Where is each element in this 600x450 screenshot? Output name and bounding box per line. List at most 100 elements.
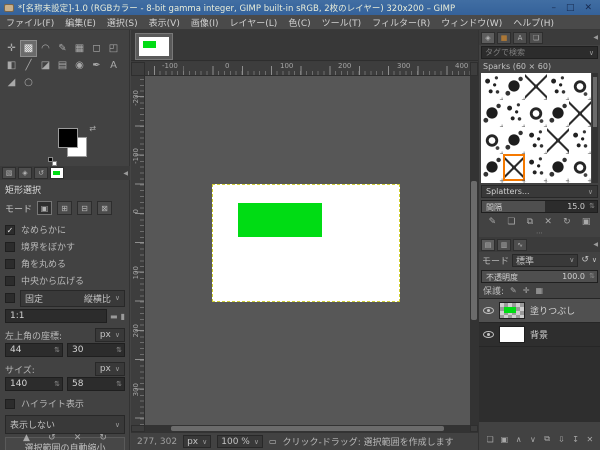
lock-position-icon[interactable]: ✛ bbox=[523, 286, 530, 295]
zoom-tool-icon[interactable]: ○ bbox=[20, 74, 37, 91]
antialias-row[interactable]: なめらかに bbox=[3, 221, 127, 238]
zoom-combo[interactable]: 100 % ∨ bbox=[217, 435, 263, 448]
duplicate-brush-icon[interactable]: ⧉ bbox=[527, 217, 533, 227]
brush-thumbnail[interactable] bbox=[503, 100, 527, 131]
fixed-checkbox[interactable] bbox=[5, 293, 15, 303]
clone-tool-icon[interactable]: ▤ bbox=[54, 57, 71, 74]
lock-pixels-icon[interactable]: ✎ bbox=[510, 286, 517, 295]
spinner-arrows-icon[interactable]: ⇅ bbox=[589, 272, 595, 280]
menu-tools[interactable]: ツール(T) bbox=[322, 16, 362, 29]
brush-thumbnail[interactable] bbox=[569, 154, 591, 183]
vertical-ruler[interactable]: -200 -100 0 100 200 300 bbox=[131, 76, 145, 425]
mode-intersect-button[interactable]: ⊠ bbox=[97, 201, 113, 215]
brush-thumbnail[interactable] bbox=[503, 73, 527, 104]
rounded-row[interactable]: 角を丸める bbox=[3, 255, 127, 272]
expand-center-checkbox[interactable] bbox=[5, 275, 15, 286]
spinner-arrows-icon[interactable]: ⇅ bbox=[54, 346, 60, 354]
navigation-button[interactable] bbox=[470, 425, 478, 432]
image-tab[interactable] bbox=[135, 33, 173, 60]
menu-image[interactable]: 画像(I) bbox=[191, 16, 219, 29]
feather-row[interactable]: 境界をぼかす bbox=[3, 238, 127, 255]
brush-thumbnail[interactable] bbox=[525, 100, 549, 131]
bucket-fill-tool-icon[interactable]: ◧ bbox=[3, 57, 20, 74]
landscape-icon[interactable]: ▬ bbox=[110, 312, 118, 321]
unified-transform-tool-icon[interactable]: ◻ bbox=[88, 40, 105, 57]
expand-center-row[interactable]: 中央から広げる bbox=[3, 272, 127, 289]
brush-thumbnail[interactable] bbox=[547, 73, 571, 104]
brush-thumbnail[interactable] bbox=[481, 154, 505, 183]
dock-menu-icon[interactable]: ◀ bbox=[123, 170, 128, 177]
tab-tool-options[interactable]: ▧ bbox=[2, 167, 16, 179]
maximize-button[interactable]: □ bbox=[566, 3, 575, 13]
tab-undo-history[interactable]: ↺ bbox=[34, 167, 48, 179]
brush-thumbnail[interactable] bbox=[547, 100, 571, 131]
brush-thumbnail[interactable] bbox=[525, 127, 549, 158]
horizontal-ruler[interactable]: -100 0 100 200 300 400 bbox=[145, 62, 470, 76]
lock-alpha-icon[interactable]: ▦ bbox=[535, 286, 543, 295]
brush-thumbnail[interactable] bbox=[503, 127, 527, 158]
visibility-eye-icon[interactable] bbox=[483, 307, 494, 314]
size-width-spinner[interactable]: 140 ⇅ bbox=[5, 377, 63, 391]
tab-patterns[interactable]: ▦ bbox=[497, 31, 511, 44]
menu-edit[interactable]: 編集(E) bbox=[65, 16, 96, 29]
brush-thumbnail-selected[interactable] bbox=[503, 154, 527, 183]
brush-thumbnail[interactable] bbox=[525, 73, 549, 104]
minimize-button[interactable]: – bbox=[551, 3, 556, 13]
menu-help[interactable]: ヘルプ(H) bbox=[513, 16, 554, 29]
fg-bg-color-widget[interactable]: ⇄ bbox=[48, 124, 96, 166]
refresh-brushes-icon[interactable]: ↻ bbox=[563, 217, 571, 227]
smudge-tool-icon[interactable]: ◉ bbox=[71, 57, 88, 74]
search-input[interactable] bbox=[482, 48, 589, 57]
position-y-spinner[interactable]: 30 ⇅ bbox=[67, 343, 125, 357]
zoom-fit-toggle[interactable] bbox=[470, 62, 478, 76]
new-brush-icon[interactable]: ❏ bbox=[507, 217, 515, 227]
layer-name[interactable]: 背景 bbox=[530, 328, 548, 341]
size-height-spinner[interactable]: 58 ⇅ bbox=[67, 377, 125, 391]
brush-thumbnail[interactable] bbox=[547, 127, 571, 158]
restore-preset-icon[interactable]: ↺ bbox=[48, 433, 56, 443]
raise-layer-icon[interactable]: ∧ bbox=[513, 435, 525, 444]
dock-menu-icon[interactable]: ◀ bbox=[593, 241, 598, 248]
feather-checkbox[interactable] bbox=[5, 241, 15, 252]
brush-thumbnail[interactable] bbox=[547, 154, 571, 183]
highlight-row[interactable]: ハイライト表示 bbox=[3, 395, 127, 412]
new-layer-icon[interactable]: ❏ bbox=[484, 435, 496, 444]
paintbrush-tool-icon[interactable]: ╱ bbox=[20, 57, 37, 74]
ruler-corner[interactable] bbox=[131, 62, 145, 76]
foreground-color-swatch[interactable] bbox=[58, 128, 78, 148]
color-picker-tool-icon[interactable]: ◢ bbox=[3, 74, 20, 91]
unit-combo[interactable]: px ∨ bbox=[183, 435, 212, 448]
close-button[interactable]: ✕ bbox=[584, 3, 592, 13]
vertical-scrollbar[interactable] bbox=[470, 76, 478, 425]
tab-brushes[interactable]: ◈ bbox=[481, 31, 495, 44]
layer-row-background[interactable]: 背景 bbox=[479, 323, 600, 347]
tab-layers[interactable]: ▤ bbox=[481, 238, 495, 251]
dock-menu-icon[interactable]: ◀ bbox=[593, 34, 598, 41]
chevron-down-icon[interactable]: ∨ bbox=[592, 256, 597, 264]
tab-device-status[interactable]: ◈ bbox=[18, 167, 32, 179]
layer-opacity-slider[interactable]: 不透明度 100.0 ⇅ bbox=[481, 270, 598, 283]
mode-subtract-button[interactable]: ⊟ bbox=[77, 201, 93, 215]
visibility-eye-icon[interactable] bbox=[483, 331, 494, 338]
delete-preset-icon[interactable]: ✕ bbox=[74, 433, 82, 443]
quick-mask-toggle[interactable] bbox=[131, 425, 145, 432]
aspect-ratio-field[interactable]: 1:1 bbox=[5, 309, 108, 323]
delete-brush-icon[interactable]: ✕ bbox=[544, 217, 552, 227]
open-brush-icon[interactable]: ▣ bbox=[582, 217, 591, 227]
position-x-spinner[interactable]: 44 ⇅ bbox=[5, 343, 63, 357]
default-colors-icon[interactable] bbox=[48, 157, 57, 166]
menu-view[interactable]: 表示(V) bbox=[149, 16, 180, 29]
brush-grid-scrollbar[interactable] bbox=[592, 73, 598, 183]
menu-filters[interactable]: フィルター(R) bbox=[372, 16, 430, 29]
tab-fonts[interactable]: A bbox=[513, 31, 527, 44]
fixed-combo[interactable]: 固定 縦横比 ∨ bbox=[20, 289, 125, 307]
menu-file[interactable]: ファイル(F) bbox=[6, 16, 54, 29]
menu-layer[interactable]: レイヤー(L) bbox=[230, 16, 278, 29]
layer-row-fill[interactable]: 塗りつぶし bbox=[479, 299, 600, 323]
brush-tag-search[interactable]: ∨ bbox=[481, 46, 598, 59]
paths-tool-icon[interactable]: ✎ bbox=[54, 40, 71, 57]
brush-thumbnail[interactable] bbox=[481, 73, 505, 104]
merge-down-icon[interactable]: ⇩ bbox=[555, 435, 567, 444]
brush-thumbnail[interactable] bbox=[481, 100, 505, 131]
menu-select[interactable]: 選択(S) bbox=[107, 16, 138, 29]
